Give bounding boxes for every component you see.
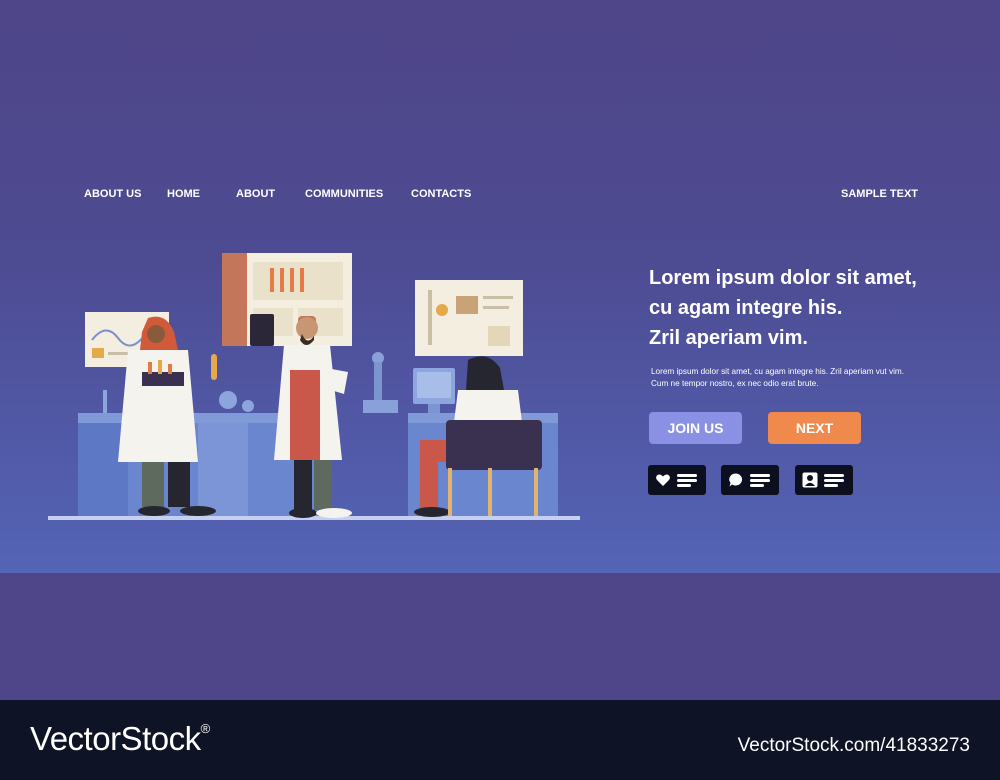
body-line-1: Lorem ipsum dolor sit amet, cu agam inte… xyxy=(651,367,904,376)
next-button[interactable]: NEXT xyxy=(768,412,861,444)
heart-icon xyxy=(656,474,670,486)
text-line-icon xyxy=(824,479,844,482)
nav-item-sample-text[interactable]: SAMPLE TEXT xyxy=(841,188,918,200)
join-us-button[interactable]: JOIN US xyxy=(649,412,742,444)
vectorstock-logo[interactable]: VectorStock® xyxy=(30,720,210,758)
chat-social-button[interactable] xyxy=(721,465,779,495)
profile-social-button[interactable] xyxy=(795,465,853,495)
chat-icon xyxy=(729,473,743,487)
lower-band xyxy=(0,573,1000,700)
lab-scientists-illustration xyxy=(48,253,580,520)
headline-line-2: cu agam integre his. xyxy=(649,297,843,319)
text-line-icon xyxy=(677,484,691,487)
chair xyxy=(446,420,542,470)
image-id-link[interactable]: VectorStock.com/41833273 xyxy=(738,735,970,757)
nav-item-contacts[interactable]: CONTACTS xyxy=(411,188,471,200)
hero-body-text: Lorem ipsum dolor sit amet, cu agam inte… xyxy=(651,366,951,390)
brand-name: VectorStock xyxy=(30,720,201,757)
nav-item-about[interactable]: ABOUT xyxy=(236,188,275,200)
tablet xyxy=(250,314,274,346)
headline-line-3: Zril aperiam vim. xyxy=(649,327,808,349)
registered-mark: ® xyxy=(200,721,211,736)
text-line-icon xyxy=(677,474,697,477)
profile-icon xyxy=(802,472,818,488)
headline-line-1: Lorem ipsum dolor sit amet, xyxy=(649,267,917,289)
hero-headline: Lorem ipsum dolor sit amet, cu agam inte… xyxy=(649,263,969,353)
poster-center xyxy=(222,253,352,346)
text-line-icon xyxy=(750,484,764,487)
nav-item-communities[interactable]: COMMUNITIES xyxy=(305,188,383,200)
text-line-icon xyxy=(750,479,770,482)
body-line-2: Cum ne tempor nostro, ex nec odio erat b… xyxy=(651,379,819,388)
poster-right xyxy=(415,280,523,356)
floor-line xyxy=(48,516,580,520)
text-line-icon xyxy=(750,474,770,477)
nav-item-home[interactable]: HOME xyxy=(167,188,200,200)
heart-social-button[interactable] xyxy=(648,465,706,495)
text-line-icon xyxy=(824,484,838,487)
text-line-icon xyxy=(677,479,697,482)
nav-item-about-us[interactable]: ABOUT US xyxy=(84,188,141,200)
text-line-icon xyxy=(824,474,844,477)
